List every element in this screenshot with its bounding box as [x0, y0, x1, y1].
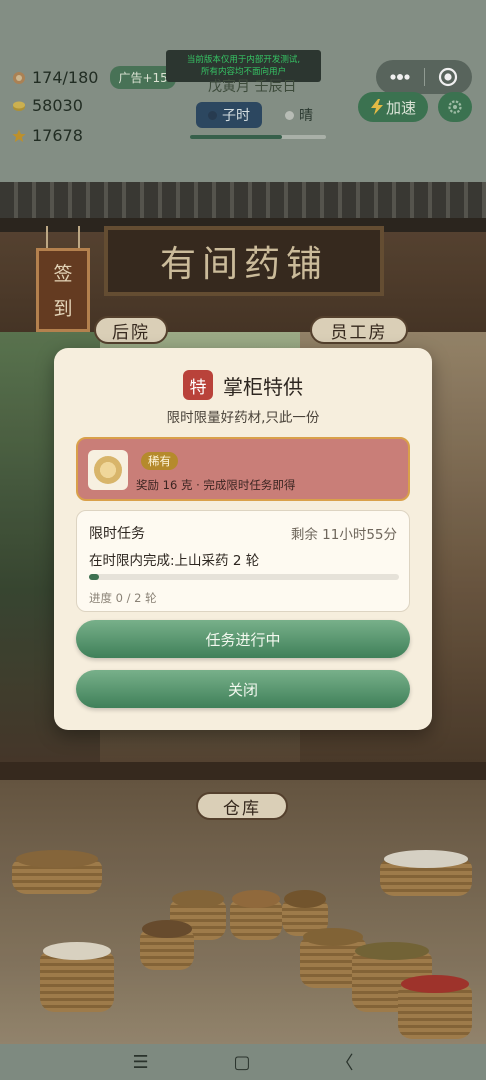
home-icon[interactable]: ▢ [234, 1052, 251, 1073]
task-progress-bar [89, 574, 399, 580]
system-navigation-bar: ☰ ▢ 〈 [0, 1044, 486, 1080]
dialog-subtitle: 限时限量好药材,只此一份 [166, 410, 320, 426]
herb-slice-icon [94, 456, 122, 484]
menu-icon[interactable]: ☰ [132, 1052, 148, 1073]
dialog-title: 掌柜特供 [223, 374, 303, 399]
herb-thumbnail [88, 450, 128, 490]
task-description: 在时限内完成:上山采药 2 轮 [89, 553, 260, 569]
task-title: 限时任务 [89, 526, 145, 542]
close-button[interactable]: 关闭 [76, 670, 410, 708]
rarity-badge: 稀有 [141, 452, 178, 470]
reward-card: 稀有 奖励 16 克 · 完成限时任务即得 [76, 437, 410, 501]
task-time-remaining: 剩余 11小时55分 [290, 527, 397, 543]
special-offer-dialog: 特 掌柜特供 限时限量好药材,只此一份 稀有 奖励 16 克 · 完成限时任务即… [54, 348, 432, 730]
reward-description: 奖励 16 克 · 完成限时任务即得 [136, 478, 296, 492]
dialog-header: 特 掌柜特供 [54, 370, 432, 400]
back-icon[interactable]: 〈 [336, 1049, 354, 1075]
task-progress-text: 进度 0 / 2 轮 [89, 591, 157, 605]
special-tag: 特 [183, 370, 213, 400]
task-in-progress-button[interactable]: 任务进行中 [76, 620, 410, 658]
timed-task-card: 限时任务 剩余 11小时55分 在时限内完成:上山采药 2 轮 进度 0 / 2… [76, 510, 410, 612]
task-progress-fill [89, 574, 99, 580]
